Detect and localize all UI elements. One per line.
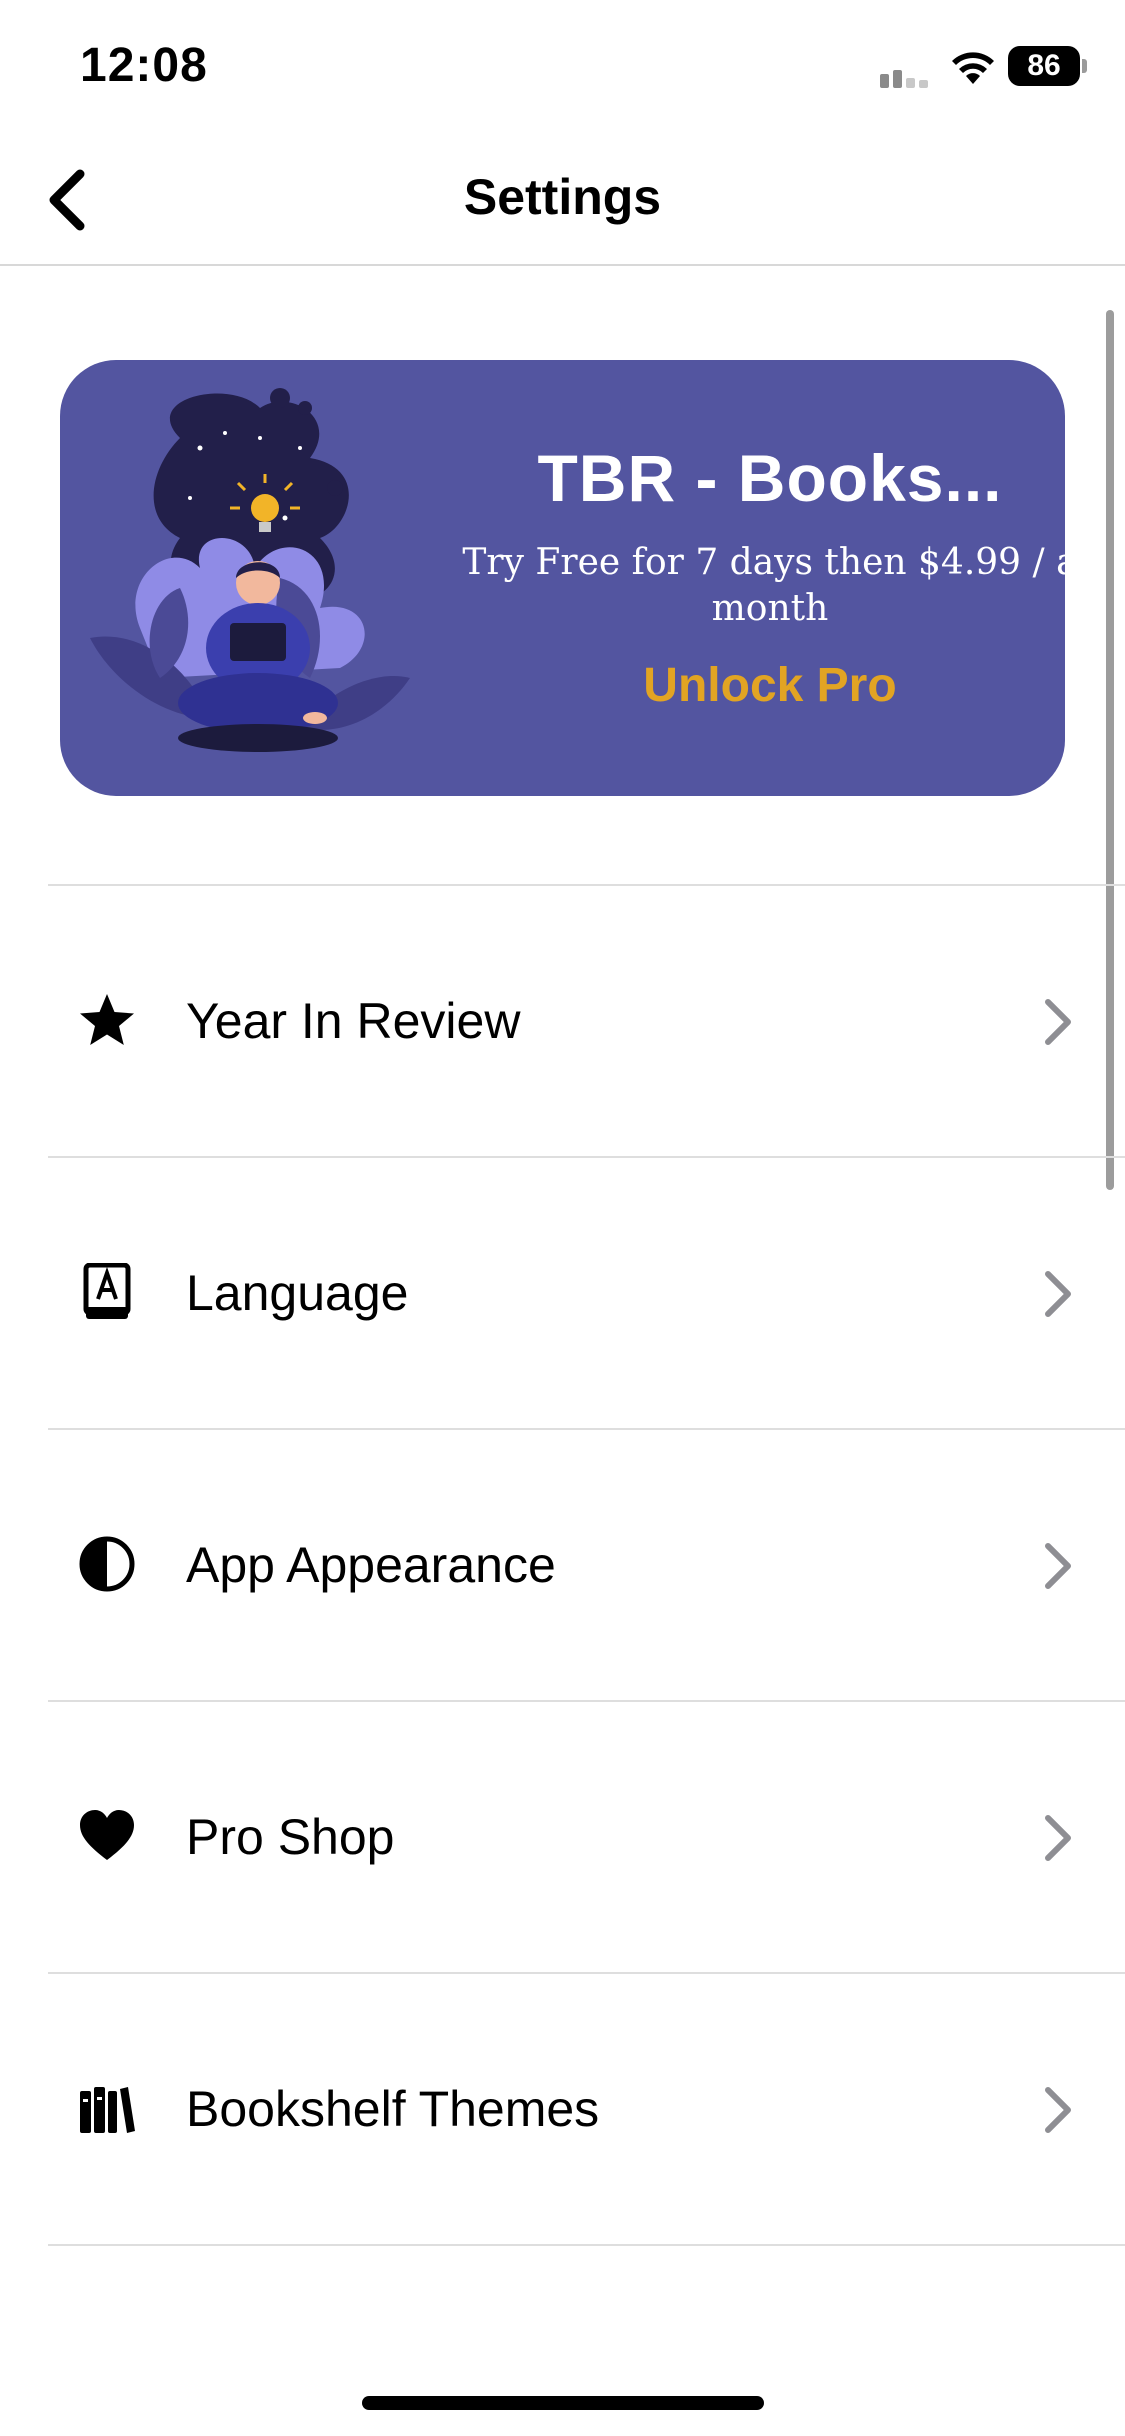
half-circle-icon bbox=[79, 1536, 135, 1592]
star-icon bbox=[80, 994, 134, 1045]
cellular-signal-icon bbox=[880, 70, 928, 88]
promo-banner[interactable]: TBR - Books... Try Free for 7 days then … bbox=[60, 360, 1065, 796]
reading-woman-illustration bbox=[90, 388, 410, 752]
settings-item-label: Language bbox=[186, 1265, 409, 1321]
page-title: Settings bbox=[463, 169, 662, 225]
promo-subtitle: Try Free for 7 days then $4.99 / a month bbox=[462, 542, 1065, 629]
wifi-icon bbox=[952, 52, 994, 84]
chevron-right-icon bbox=[1045, 2087, 1071, 2133]
home-indicator[interactable] bbox=[362, 2396, 764, 2410]
chevron-right-icon bbox=[1045, 1815, 1071, 1861]
battery-icon: 86 bbox=[1008, 46, 1087, 86]
chevron-right-icon bbox=[1045, 1271, 1071, 1317]
settings-item-label: App Appearance bbox=[186, 1537, 556, 1593]
navigation-bar: Settings bbox=[0, 140, 1125, 266]
promo-title: TBR - Books... bbox=[537, 441, 1003, 515]
books-icon bbox=[80, 2087, 135, 2133]
settings-row-bookshelf-themes[interactable]: Bookshelf Themes bbox=[48, 1972, 1125, 2246]
status-bar: 12:08 86 bbox=[0, 0, 1125, 140]
heart-icon bbox=[80, 1810, 134, 1860]
settings-list: Year In Review Language App Appearance P… bbox=[48, 884, 1125, 2246]
unlock-pro-button[interactable]: Unlock Pro bbox=[440, 658, 1065, 713]
settings-row-app-appearance[interactable]: App Appearance bbox=[48, 1428, 1125, 1700]
settings-row-language[interactable]: Language bbox=[48, 1156, 1125, 1428]
dictionary-icon bbox=[83, 1263, 131, 1319]
status-time: 12:08 bbox=[80, 39, 208, 92]
settings-item-label: Bookshelf Themes bbox=[186, 2081, 600, 2137]
settings-item-label: Pro Shop bbox=[186, 1809, 395, 1865]
settings-item-label: Year In Review bbox=[186, 993, 521, 1049]
chevron-right-icon bbox=[1045, 999, 1071, 1045]
battery-level: 86 bbox=[1008, 46, 1080, 86]
settings-row-pro-shop[interactable]: Pro Shop bbox=[48, 1700, 1125, 1972]
chevron-right-icon bbox=[1045, 1543, 1071, 1589]
settings-row-year-in-review[interactable]: Year In Review bbox=[48, 884, 1125, 1156]
